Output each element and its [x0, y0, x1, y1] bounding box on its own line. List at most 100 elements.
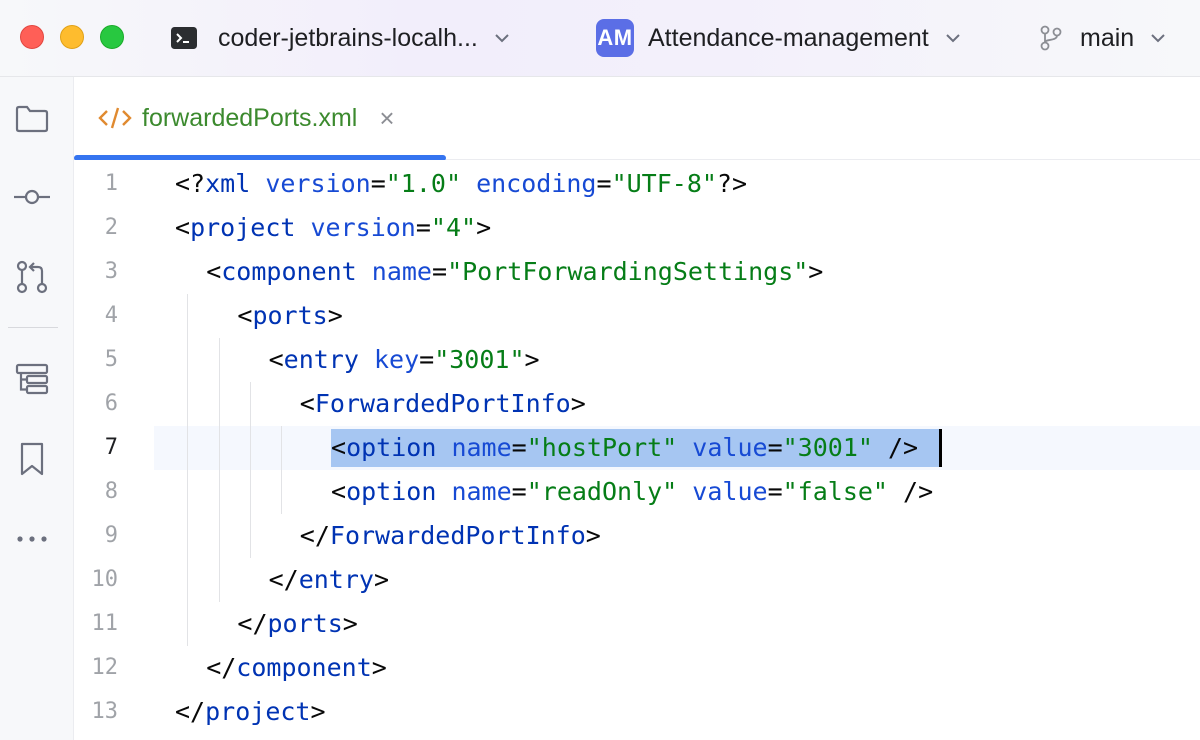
code-token: = — [415, 213, 431, 242]
line-number: 6 — [104, 391, 118, 416]
maximize-window-button[interactable] — [100, 25, 124, 49]
code-token: > — [342, 609, 358, 638]
chevron-down-icon — [946, 34, 960, 43]
chevron-down-icon — [1151, 34, 1165, 43]
close-window-button[interactable] — [20, 25, 44, 49]
code-line[interactable]: </ports> — [237, 602, 357, 646]
code-token: < — [299, 389, 315, 418]
code-token: ?> — [716, 169, 748, 198]
git-branch-icon — [1040, 25, 1062, 51]
code-editor[interactable]: 1 2 3 4 5 6 7 8 9 10 11 12 13 <?xml version="1.0" en… — [74, 160, 1200, 740]
indent-guide — [187, 294, 189, 646]
code-line[interactable]: </component> — [206, 646, 387, 690]
terminal-icon — [171, 27, 197, 49]
code-token: > — [524, 345, 540, 374]
code-token: > — [373, 565, 390, 594]
code-token: = — [511, 477, 527, 506]
code-line[interactable]: </ForwardedPortInfo> — [300, 514, 601, 558]
branch-label: main — [1080, 23, 1135, 52]
code-line[interactable]: <option name="readOnly" value="false" /> — [331, 470, 933, 514]
code-token: > — [371, 653, 387, 682]
code-token: ports — [252, 301, 328, 330]
indent-guide — [281, 426, 283, 514]
more-icon[interactable] — [14, 521, 50, 557]
code-token: < — [206, 257, 222, 286]
structure-icon[interactable] — [14, 361, 50, 397]
code-token: > — [327, 301, 343, 330]
tool-window-strip — [0, 77, 74, 740]
code-line[interactable]: <entry key="3001"> — [269, 338, 540, 382]
code-line[interactable]: <component name="PortForwardingSettings"… — [206, 250, 823, 294]
tab-close-icon[interactable]: × — [379, 105, 394, 131]
code-token: < — [331, 477, 347, 506]
folder-icon[interactable] — [14, 101, 50, 137]
code-token: "3001" — [434, 345, 525, 374]
code-token: version — [310, 213, 416, 242]
code-line[interactable]: <project version="4"> — [175, 206, 491, 250]
code-token: project — [205, 697, 311, 726]
line-number: 7 — [104, 435, 118, 460]
code-token: </ — [237, 609, 268, 638]
code-token: "hostPort" — [526, 433, 678, 462]
tab-label: forwardedPorts.xml — [142, 103, 358, 132]
commit-icon[interactable] — [14, 179, 50, 215]
branch-switcher[interactable]: main — [1038, 18, 1168, 58]
code-token: > — [570, 389, 586, 418]
code-token: </ — [206, 653, 237, 682]
code-token: </ — [268, 565, 299, 594]
code-token: option — [346, 477, 437, 506]
code-token: name — [451, 433, 512, 462]
code-token: < — [268, 345, 284, 374]
bookmarks-icon[interactable] — [14, 441, 50, 477]
remote-host-switcher[interactable]: coder-jetbrains-localh... — [170, 18, 512, 58]
remote-host-label: coder-jetbrains-localh... — [218, 23, 478, 52]
code-line[interactable]: <ports> — [237, 294, 342, 338]
code-token: key — [373, 345, 420, 374]
project-label: Attendance-management — [648, 23, 929, 52]
code-line[interactable]: </entry> — [269, 558, 389, 602]
line-number: 2 — [104, 215, 118, 240]
text-caret — [939, 429, 943, 467]
code-token: = — [419, 345, 435, 374]
title-bar: coder-jetbrains-localh... AM Attendance-… — [0, 0, 1200, 77]
code-token: < — [237, 301, 253, 330]
project-switcher[interactable]: AM Attendance-management — [596, 18, 963, 58]
line-number: 4 — [104, 303, 118, 328]
code-token: = — [767, 433, 783, 462]
code-line[interactable]: </project> — [175, 690, 326, 734]
code-token: value — [692, 477, 768, 506]
pull-requests-icon[interactable] — [14, 259, 50, 295]
code-token: value — [692, 433, 768, 462]
code-token: /> — [872, 433, 919, 462]
code-token: /> — [887, 477, 934, 506]
code-token: = — [596, 169, 612, 198]
code-token: "3001" — [782, 433, 873, 462]
chevron-down-icon — [495, 34, 509, 43]
code-token: project — [190, 213, 296, 242]
code-token: component — [221, 257, 357, 286]
code-token: = — [432, 257, 448, 286]
minimize-window-button[interactable] — [60, 25, 84, 49]
code-token: "UTF-8" — [611, 169, 717, 198]
code-token: </ — [175, 697, 206, 726]
code-token: > — [585, 521, 601, 550]
code-line[interactable]: <?xml version="1.0" encoding="UTF-8"?> — [175, 162, 747, 206]
code-token: ForwardedPortInfo — [314, 389, 571, 418]
indent-guide — [218, 338, 220, 602]
line-number: 5 — [104, 347, 118, 372]
indent-guide — [249, 382, 251, 558]
code-line[interactable]: <ForwardedPortInfo> — [300, 382, 586, 426]
code-token: "readOnly" — [526, 477, 678, 506]
code-token: xml — [205, 169, 251, 198]
line-number: 12 — [91, 655, 119, 680]
tab-forwarded-ports-xml[interactable]: forwardedPorts.xml × — [74, 77, 446, 161]
code-line[interactable]: <option name="hostPort" value="3001" /> — [331, 426, 918, 470]
line-number-gutter: 1 2 3 4 5 6 7 8 9 10 11 12 13 — [74, 160, 154, 740]
